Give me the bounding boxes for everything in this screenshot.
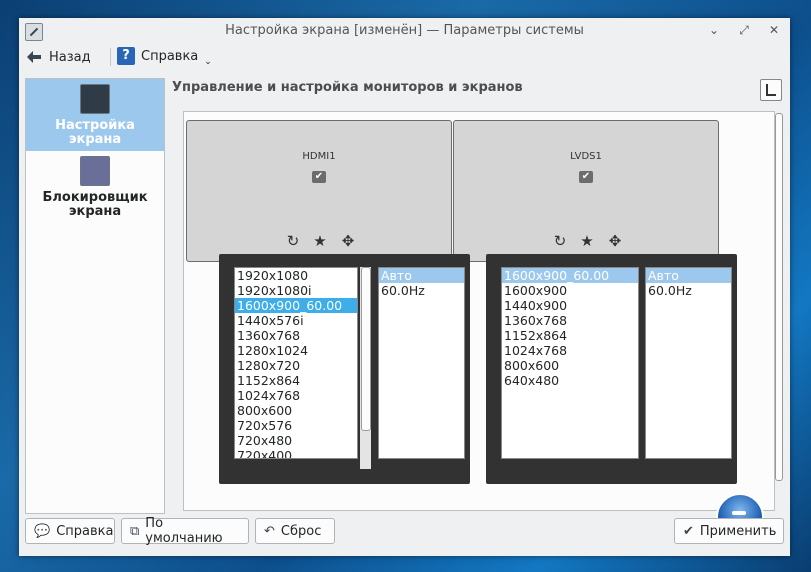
- canvas-scrollbar[interactable]: [774, 111, 783, 509]
- resolution-option[interactable]: 640x480: [502, 373, 638, 388]
- help-button-label: Справка: [56, 523, 114, 539]
- help-bubble-icon: 💬: [34, 523, 51, 539]
- undo-icon: ↶: [264, 523, 275, 539]
- toolbar: Назад ? Справка ⌄: [19, 44, 790, 70]
- move-icon[interactable]: ✥: [607, 233, 623, 249]
- checkmark-icon: ✔: [683, 523, 694, 539]
- resolution-option[interactable]: 1152x864: [235, 373, 357, 388]
- settings-window: Настройка экрана [изменён] — Параметры с…: [19, 18, 790, 556]
- sidebar-item-label: Настройка экрана: [55, 118, 135, 147]
- hdmi1-mode-panel: 1920x1080 1920x1080i 1600x900_60.00 1440x57…: [219, 254, 470, 484]
- primary-display-button[interactable]: [760, 79, 782, 101]
- apply-button-label: Применить: [699, 523, 777, 539]
- refresh-rate-option[interactable]: 60.0Hz: [379, 283, 464, 298]
- sidebar-item-display[interactable]: Настройка экрана: [26, 79, 164, 151]
- resolution-list[interactable]: 1600x900_60.00 1600x900 1440x900 1360x768 11…: [501, 267, 639, 459]
- window-title: Настройка экрана [изменён] — Параметры с…: [225, 23, 584, 38]
- display-settings-icon: [80, 84, 110, 114]
- monitor-name: HDMI1: [302, 151, 336, 162]
- defaults-icon: ⧉: [130, 523, 140, 539]
- sidebar-item-label: Блокировщик экрана: [42, 190, 148, 219]
- resolution-scrollbar[interactable]: [360, 267, 371, 469]
- minimize-button[interactable]: ⌄: [706, 22, 722, 38]
- resolution-option[interactable]: 720x400: [235, 448, 357, 458]
- help-button[interactable]: 💬 Справка: [25, 518, 115, 544]
- resolution-option[interactable]: 1280x720: [235, 358, 357, 373]
- back-arrow-icon: [27, 50, 41, 64]
- help-icon: ?: [117, 47, 135, 65]
- defaults-button-label: По умолчанию: [145, 516, 223, 546]
- resolution-option[interactable]: 1024x768: [235, 388, 357, 403]
- resolution-option[interactable]: 800x600: [502, 358, 638, 373]
- resolution-list[interactable]: 1920x1080 1920x1080i 1600x900_60.00 1440x57…: [234, 267, 358, 459]
- rotate-icon[interactable]: ↻: [285, 233, 301, 249]
- back-label: Назад: [49, 49, 91, 65]
- title-bar: Настройка экрана [изменён] — Параметры с…: [19, 18, 790, 44]
- rotate-icon[interactable]: ↻: [552, 233, 568, 249]
- refresh-rate-option[interactable]: 60.0Hz: [646, 283, 731, 298]
- sidebar-item-screen-locker[interactable]: Блокировщик экрана: [26, 151, 164, 223]
- resolution-option[interactable]: 1360x768: [502, 313, 638, 328]
- monitor-layout-canvas[interactable]: HDMI1 ✔ ↻ ★ ✥ LVDS1 ✔ ↻ ★ ✥ 1920x1080 192…: [183, 111, 775, 511]
- resolution-option[interactable]: 1152x864: [502, 328, 638, 343]
- resolution-option[interactable]: 1440x576i: [235, 313, 357, 328]
- close-button[interactable]: ✕: [766, 22, 782, 38]
- help-label: Справка: [141, 48, 199, 64]
- resolution-option[interactable]: 1600x900: [502, 283, 638, 298]
- move-icon[interactable]: ✥: [340, 233, 356, 249]
- monitor-enabled-checkbox[interactable]: ✔: [579, 171, 593, 183]
- refresh-rate-list[interactable]: Авто 60.0Hz: [645, 267, 732, 459]
- monitor-name: LVDS1: [570, 151, 602, 162]
- resolution-option[interactable]: 1920x1080: [235, 268, 357, 283]
- apply-button[interactable]: ✔ Применить: [674, 518, 784, 544]
- defaults-button[interactable]: ⧉ По умолчанию: [121, 516, 249, 546]
- resolution-option[interactable]: 720x480: [235, 433, 357, 448]
- monitor-enabled-checkbox[interactable]: ✔: [312, 171, 326, 183]
- page-title: Управление и настройка мониторов и экран…: [172, 80, 523, 95]
- resolution-option[interactable]: 720x576: [235, 418, 357, 433]
- primary-bookmark-icon[interactable]: ★: [312, 233, 328, 249]
- refresh-rate-option[interactable]: Авто: [646, 268, 731, 283]
- scrollbar-thumb[interactable]: [361, 267, 371, 431]
- monitor-lvds1[interactable]: LVDS1 ✔ ↻ ★ ✥: [453, 120, 719, 262]
- resolution-option[interactable]: 1024x768: [502, 343, 638, 358]
- chevron-down-icon: ⌄: [204, 57, 212, 67]
- sidebar: Настройка экрана Блокировщик экрана: [25, 78, 165, 514]
- refresh-rate-option[interactable]: Авто: [379, 268, 464, 283]
- primary-bookmark-icon[interactable]: ★: [579, 233, 595, 249]
- reset-button-label: Сброс: [280, 523, 322, 539]
- resolution-option[interactable]: 1360x768: [235, 328, 357, 343]
- lvds1-mode-panel: 1600x900_60.00 1600x900 1440x900 1360x768 11…: [486, 254, 737, 484]
- resolution-option[interactable]: 1920x1080i: [235, 283, 357, 298]
- help-menu-button[interactable]: ? Справка ⌄: [117, 45, 212, 67]
- resolution-option[interactable]: 800x600: [235, 403, 357, 418]
- screen-locker-icon: [80, 156, 110, 186]
- refresh-rate-list[interactable]: Авто 60.0Hz: [378, 267, 465, 459]
- resolution-option[interactable]: 1600x900_60.00: [502, 268, 638, 283]
- resolution-option[interactable]: 1280x1024: [235, 343, 357, 358]
- resolution-option[interactable]: 1440x900: [502, 298, 638, 313]
- monitor-hdmi1[interactable]: HDMI1 ✔ ↻ ★ ✥: [186, 120, 452, 262]
- back-button[interactable]: Назад: [27, 47, 91, 67]
- scrollbar-thumb[interactable]: [775, 113, 783, 481]
- reset-button[interactable]: ↶ Сброс: [255, 518, 335, 544]
- toolbar-separator: [110, 48, 111, 66]
- resolution-option[interactable]: 1600x900_60.00: [235, 298, 357, 313]
- maximize-button[interactable]: ⤢: [736, 22, 752, 38]
